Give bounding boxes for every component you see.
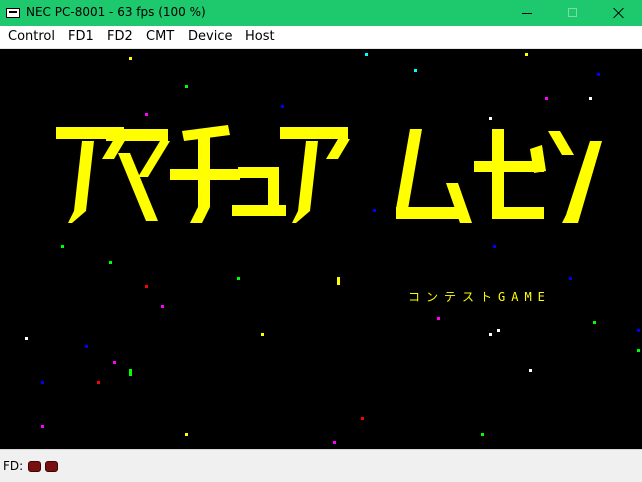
minimize-icon	[522, 13, 532, 14]
star	[185, 433, 188, 436]
star	[589, 97, 592, 100]
star	[41, 381, 44, 384]
star	[113, 361, 116, 364]
logo-glyph-se	[474, 129, 546, 219]
star	[489, 117, 492, 120]
star	[237, 277, 240, 280]
star	[529, 369, 532, 372]
fd1-access-led	[28, 461, 41, 472]
star	[525, 53, 528, 56]
star	[145, 113, 148, 116]
menu-fd1[interactable]: FD1	[68, 29, 94, 44]
menu-control[interactable]: Control	[8, 29, 55, 44]
app-icon	[6, 8, 20, 18]
status-bar: FD:	[0, 449, 642, 482]
star	[597, 73, 600, 76]
logo-glyph-n	[548, 131, 602, 223]
star	[497, 329, 500, 332]
logo-glyph-mu	[396, 129, 472, 223]
menu-device[interactable]: Device	[188, 29, 232, 44]
star	[129, 57, 132, 60]
close-button[interactable]	[596, 0, 642, 26]
star	[414, 69, 417, 72]
subtitle-text: コンテストGAME	[408, 290, 551, 304]
star	[161, 305, 164, 308]
star	[41, 425, 44, 428]
star	[545, 97, 548, 100]
star	[493, 245, 496, 248]
emulator-screen[interactable]: コンテストGAME	[0, 49, 642, 449]
star	[437, 317, 440, 320]
star	[145, 285, 148, 288]
star	[373, 209, 376, 212]
star	[129, 369, 132, 376]
logo-glyph-a	[56, 127, 126, 223]
fd-status-label: FD:	[3, 459, 24, 473]
star	[333, 441, 336, 444]
star	[337, 277, 340, 285]
star	[593, 321, 596, 324]
star	[85, 345, 88, 348]
logo-glyph-chi	[170, 125, 240, 223]
menu-fd2[interactable]: FD2	[107, 29, 133, 44]
star	[569, 277, 572, 280]
star	[281, 105, 284, 108]
star	[97, 381, 100, 384]
minimize-button[interactable]	[504, 0, 550, 26]
fd2-access-led	[45, 461, 58, 472]
logo-glyph-yu	[232, 167, 286, 216]
game-logo	[56, 125, 602, 223]
maximize-button[interactable]	[550, 0, 596, 26]
menu-bar: Control FD1 FD2 CMT Device Host	[0, 26, 642, 49]
star	[109, 261, 112, 264]
star	[61, 245, 64, 248]
star	[637, 329, 640, 332]
star	[365, 53, 368, 56]
star	[261, 333, 264, 336]
starfield	[25, 53, 640, 444]
star	[185, 85, 188, 88]
maximize-icon	[568, 8, 577, 17]
star	[489, 333, 492, 336]
star	[481, 433, 484, 436]
star	[637, 349, 640, 352]
window-title: NEC PC-8001 - 63 fps (100 %)	[26, 5, 206, 19]
star	[361, 417, 364, 420]
star	[25, 337, 28, 340]
close-icon	[613, 7, 624, 19]
menu-cmt[interactable]: CMT	[146, 29, 174, 44]
logo-glyph-a2	[280, 127, 350, 223]
title-bar[interactable]: NEC PC-8001 - 63 fps (100 %)	[0, 0, 642, 26]
menu-host[interactable]: Host	[245, 29, 275, 44]
screen-canvas: コンテストGAME	[25, 53, 640, 444]
